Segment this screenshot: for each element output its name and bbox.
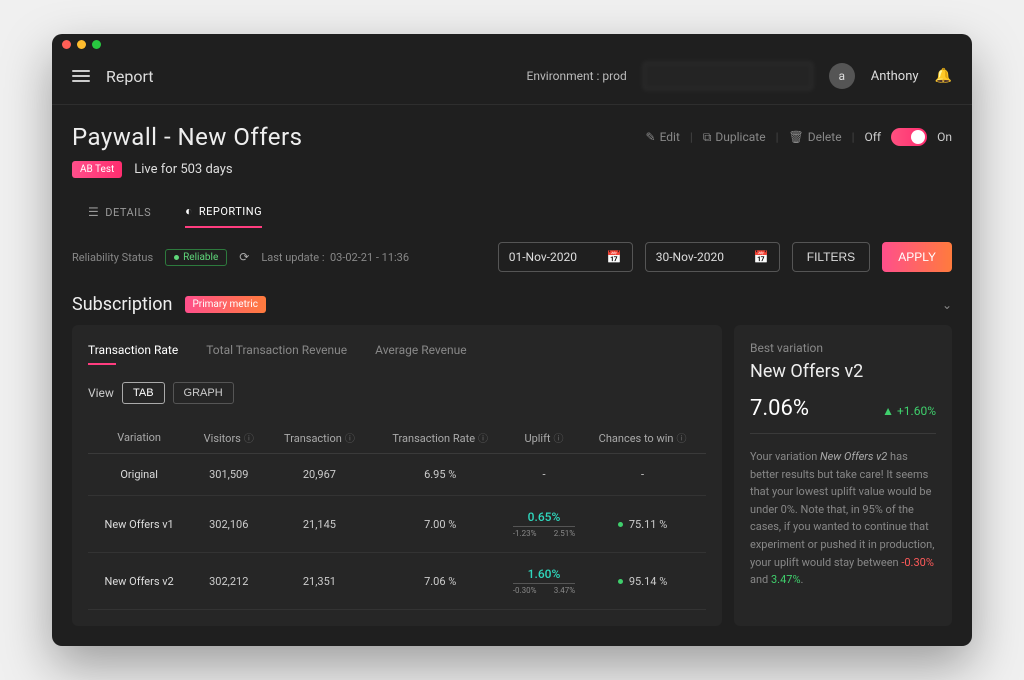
- results-table: Variation Visitorsⓘ Transactionⓘ Transac…: [88, 422, 706, 610]
- chevron-down-icon[interactable]: ⌄: [942, 298, 952, 312]
- live-text: Live for 503 days: [134, 162, 232, 177]
- page-title: Paywall - New Offers: [72, 123, 303, 151]
- edit-button[interactable]: ✎ Edit: [646, 130, 680, 144]
- header-actions: ✎ Edit | ⧉ Duplicate | 🗑 Delete | Off On: [646, 128, 953, 146]
- pencil-icon: ✎: [646, 130, 656, 144]
- date-to-input[interactable]: 30-Nov-2020 📅: [645, 242, 780, 272]
- notifications-icon[interactable]: 🔔: [935, 68, 952, 84]
- status-dot-icon: [174, 255, 179, 260]
- brand: Report: [106, 67, 154, 86]
- col-visitors: Visitorsⓘ: [190, 422, 267, 454]
- status-dot-icon: [618, 579, 623, 584]
- best-variation-panel: Best variation New Offers v2 7.06% ▲ +1.…: [734, 325, 952, 626]
- avatar[interactable]: a: [829, 63, 855, 89]
- abtest-badge: AB Test: [72, 161, 122, 178]
- copy-icon: ⧉: [703, 130, 712, 145]
- panels: Transaction Rate Total Transaction Reven…: [52, 325, 972, 646]
- titlebar: [52, 34, 972, 54]
- metric-tabs: Transaction Rate Total Transaction Reven…: [88, 341, 706, 366]
- metric-tab-total-revenue[interactable]: Total Transaction Revenue: [206, 341, 347, 365]
- reliability-badge: Reliable: [165, 249, 227, 266]
- status-toggle[interactable]: [891, 128, 927, 146]
- best-variation-label: Best variation: [750, 341, 936, 355]
- duplicate-button[interactable]: ⧉ Duplicate: [703, 130, 766, 145]
- account-selector[interactable]: [643, 62, 813, 90]
- best-variation-text: Your variation New Offers v2 has better …: [750, 448, 936, 589]
- window-minimize-icon[interactable]: [77, 40, 86, 49]
- ctw-cell: 95.14 %: [579, 553, 706, 610]
- uplift-cell: 0.65% -1.23%2.51%: [509, 496, 579, 553]
- status-row: AB Test Live for 503 days: [52, 161, 972, 196]
- col-transaction: Transactionⓘ: [267, 422, 371, 454]
- view-tab-button[interactable]: TAB: [122, 382, 165, 404]
- view-switch: View TAB GRAPH: [88, 382, 706, 404]
- metrics-panel: Transaction Rate Total Transaction Reven…: [72, 325, 722, 626]
- section-title: Subscription: [72, 294, 173, 315]
- col-uplift: Upliftⓘ: [509, 422, 579, 454]
- info-icon: ⓘ: [244, 434, 254, 445]
- table-row: New Offers v1 302,106 21,145 7.00 % 0.65…: [88, 496, 706, 553]
- calendar-icon: 📅: [754, 250, 769, 264]
- info-icon: ⓘ: [554, 434, 564, 445]
- col-variation: Variation: [88, 422, 190, 454]
- reliability-label: Reliability Status: [72, 251, 153, 264]
- status-dot-icon: [618, 522, 623, 527]
- app-window: Report Environment : prod a Anthony 🔔 Pa…: [52, 34, 972, 646]
- page-header: Paywall - New Offers ✎ Edit | ⧉ Duplicat…: [52, 105, 972, 161]
- environment-label: Environment : prod: [527, 69, 627, 83]
- calendar-icon: 📅: [607, 250, 622, 264]
- delete-button[interactable]: 🗑 Delete: [789, 130, 842, 144]
- info-icon: ⓘ: [345, 434, 355, 445]
- info-icon: ⓘ: [676, 434, 686, 445]
- best-variation-title: New Offers v2: [750, 361, 936, 382]
- primary-metric-badge: Primary metric: [185, 296, 266, 313]
- main-tabs: ☰ DETAILS ◐ REPORTING: [52, 196, 972, 228]
- menu-icon[interactable]: [72, 70, 90, 82]
- topbar: Report Environment : prod a Anthony 🔔: [52, 54, 972, 105]
- filters-button[interactable]: FILTERS: [792, 242, 870, 272]
- username: Anthony: [871, 69, 919, 84]
- metric-tab-transaction-rate[interactable]: Transaction Rate: [88, 341, 178, 365]
- tab-reporting[interactable]: ◐ REPORTING: [185, 196, 262, 228]
- table-row: New Offers v2 302,212 21,351 7.06 % 1.60…: [88, 553, 706, 610]
- chart-icon: ◐: [185, 204, 193, 218]
- best-variation-pct: 7.06%: [750, 396, 809, 421]
- trash-icon: 🗑: [789, 130, 804, 144]
- filters-row: Reliability Status Reliable ⟳ Last updat…: [52, 228, 972, 294]
- list-icon: ☰: [88, 205, 99, 219]
- section-header: Subscription Primary metric ⌄: [52, 294, 972, 325]
- last-update: Last update : 03-02-21 - 11:36: [261, 251, 409, 264]
- date-from-input[interactable]: 01-Nov-2020 📅: [498, 242, 633, 272]
- toggle-off-label: Off: [865, 130, 882, 144]
- col-rate: Transaction Rateⓘ: [372, 422, 509, 454]
- info-icon: ⓘ: [478, 434, 488, 445]
- uplift-cell: 1.60% -0.30%3.47%: [509, 553, 579, 610]
- toggle-on-label: On: [937, 130, 952, 144]
- window-zoom-icon[interactable]: [92, 40, 101, 49]
- tab-details[interactable]: ☰ DETAILS: [88, 197, 151, 227]
- apply-button[interactable]: APPLY: [882, 242, 952, 272]
- col-ctw: Chances to winⓘ: [579, 422, 706, 454]
- view-graph-button[interactable]: GRAPH: [173, 382, 234, 404]
- view-label: View: [88, 386, 114, 400]
- window-close-icon[interactable]: [62, 40, 71, 49]
- refresh-icon[interactable]: ⟳: [239, 250, 249, 264]
- metric-tab-avg-revenue[interactable]: Average Revenue: [375, 341, 466, 365]
- ctw-cell: 75.11 %: [579, 496, 706, 553]
- table-row: Original 301,509 20,967 6.95 % - -: [88, 454, 706, 496]
- best-variation-delta: ▲ +1.60%: [882, 404, 936, 418]
